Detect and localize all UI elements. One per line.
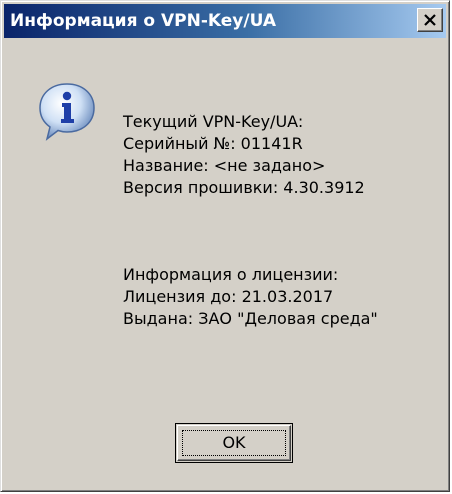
- firmware-version: Версия прошивки: 4.30.3912: [123, 178, 365, 197]
- dialog-window: Информация о VPN-Key/UA Текущий VPN-Key/…: [0, 0, 450, 492]
- device-title: Текущий VPN-Key/UA:: [123, 112, 304, 131]
- license-issuer: Выдана: ЗАО "Деловая среда": [123, 309, 378, 328]
- license-expiry: Лицензия до: 21.03.2017: [123, 287, 334, 306]
- close-button[interactable]: [417, 8, 443, 32]
- ok-button[interactable]: OK: [175, 423, 293, 463]
- license-info: Информация о лицензии: Лицензия до: 21.0…: [123, 264, 378, 330]
- window-title: Информация о VPN-Key/UA: [10, 11, 277, 31]
- device-name: Название: <не задано>: [123, 156, 326, 175]
- info-icon: [39, 83, 95, 141]
- device-info: Текущий VPN-Key/UA: Серийный №: 01141R Н…: [123, 111, 365, 199]
- close-icon: [424, 14, 436, 26]
- ok-button-label: OK: [222, 433, 246, 452]
- title-bar[interactable]: Информация о VPN-Key/UA: [4, 4, 446, 38]
- serial-number: Серийный №: 01141R: [123, 134, 303, 153]
- license-title: Информация о лицензии:: [123, 265, 339, 284]
